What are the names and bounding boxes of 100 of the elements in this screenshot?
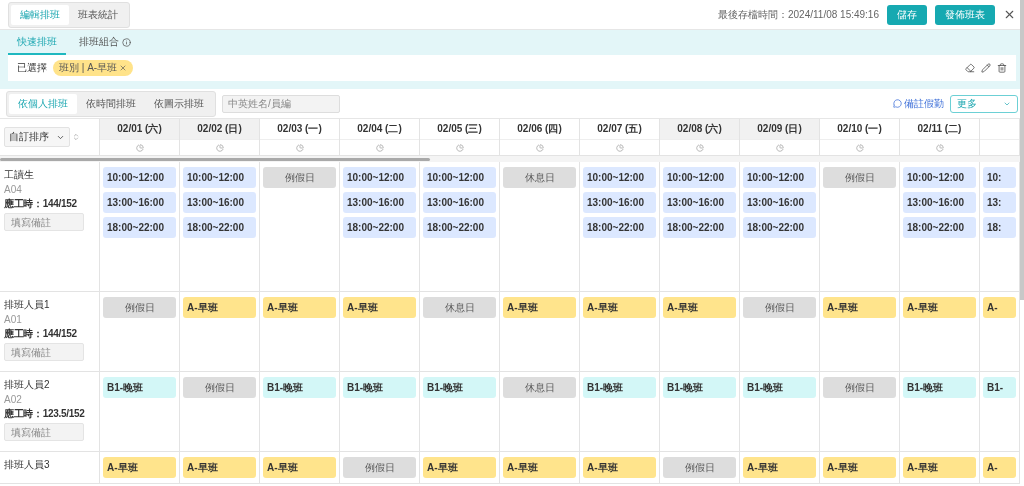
shift-time-slot[interactable]: 13:00~16:00 <box>343 192 416 213</box>
required-hours: 應工時：144/152 <box>4 327 77 341</box>
info-icon <box>122 37 131 47</box>
day-off-block[interactable]: 例假日 <box>823 377 896 398</box>
mode-tab[interactable]: 班表統計 <box>69 4 127 25</box>
shift-block[interactable]: B1-晚班 <box>743 377 816 398</box>
sort-select[interactable]: 自訂排序 <box>4 127 70 147</box>
shift-time-slot[interactable]: 10:00~12:00 <box>663 167 736 188</box>
shift-time-slot[interactable]: 18: <box>983 217 1016 238</box>
shift-block[interactable]: A- <box>983 297 1016 318</box>
shift-block[interactable]: A-早班 <box>263 457 336 478</box>
shift-block[interactable]: A-早班 <box>583 297 656 318</box>
shift-block[interactable]: A-早班 <box>103 457 176 478</box>
pie-chart-icon[interactable] <box>935 143 944 152</box>
note-leave-link[interactable]: 備註假勤 <box>893 96 944 111</box>
day-off-block[interactable]: 休息日 <box>503 377 576 398</box>
shift-block[interactable]: A-早班 <box>263 297 336 318</box>
trash-icon[interactable] <box>997 63 1007 73</box>
search-field[interactable]: 中英姓名/員編 <box>222 94 340 113</box>
shift-time-slot[interactable]: 10:00~12:00 <box>103 167 176 188</box>
day-off-block[interactable]: 例假日 <box>743 297 816 318</box>
shift-time-slot[interactable]: 10:00~12:00 <box>743 167 816 188</box>
shift-time-slot[interactable]: 10:00~12:00 <box>903 167 976 188</box>
day-off-block[interactable]: 休息日 <box>503 167 576 188</box>
pie-chart-icon[interactable] <box>855 143 864 152</box>
shift-block[interactable]: A-早班 <box>343 297 416 318</box>
filter-chip[interactable]: 班別 | A-早班 <box>53 60 134 76</box>
shift-block[interactable]: A-早班 <box>903 457 976 478</box>
shift-time-slot[interactable]: 13:00~16:00 <box>423 192 496 213</box>
view-tab[interactable]: 依時間排班 <box>77 93 145 114</box>
chat-icon <box>893 99 902 108</box>
shift-block[interactable]: B1-晚班 <box>343 377 416 398</box>
shift-block[interactable]: B1-晚班 <box>663 377 736 398</box>
panel-tab[interactable]: 排班組合 <box>70 30 140 55</box>
shift-block[interactable]: B1-晚班 <box>103 377 176 398</box>
shift-time-slot[interactable]: 18:00~22:00 <box>343 217 416 238</box>
close-icon[interactable] <box>1003 8 1016 21</box>
shift-time-slot[interactable]: 18:00~22:00 <box>663 217 736 238</box>
required-hours: 應工時：144/152 <box>4 197 77 211</box>
shift-time-slot[interactable]: 13: <box>983 192 1016 213</box>
day-off-block[interactable]: 例假日 <box>343 457 416 478</box>
pie-chart-icon[interactable] <box>295 143 304 152</box>
shift-time-slot[interactable]: 13:00~16:00 <box>103 192 176 213</box>
pie-chart-icon[interactable] <box>775 143 784 152</box>
sort-icon[interactable] <box>72 133 80 141</box>
note-field[interactable]: 填寫備註 <box>4 423 84 441</box>
shift-block[interactable]: B1-晚班 <box>423 377 496 398</box>
shift-block[interactable]: B1- <box>983 377 1016 398</box>
note-field[interactable]: 填寫備註 <box>4 343 84 361</box>
scrollbar-thumb[interactable] <box>1020 0 1024 300</box>
shift-block[interactable]: A-早班 <box>823 297 896 318</box>
shift-time-slot[interactable]: 10:00~12:00 <box>343 167 416 188</box>
selected-label: 已選擇 <box>17 61 47 75</box>
shift-block[interactable]: A-早班 <box>823 457 896 478</box>
pencil-icon[interactable] <box>981 63 991 73</box>
shift-time-slot[interactable]: 10:00~12:00 <box>183 167 256 188</box>
shift-time-slot[interactable]: 18:00~22:00 <box>103 217 176 238</box>
shift-block[interactable]: A-早班 <box>503 457 576 478</box>
shift-block[interactable]: B1-晚班 <box>263 377 336 398</box>
shift-block[interactable]: B1-晚班 <box>903 377 976 398</box>
shift-time-slot[interactable]: 10: <box>983 167 1016 188</box>
day-off-block[interactable]: 例假日 <box>663 457 736 478</box>
pie-chart-icon[interactable] <box>455 143 464 152</box>
shift-time-slot[interactable]: 18:00~22:00 <box>903 217 976 238</box>
pie-chart-icon[interactable] <box>695 143 704 152</box>
pie-chart-icon[interactable] <box>615 143 624 152</box>
shift-block[interactable]: A-早班 <box>743 457 816 478</box>
shift-block[interactable]: A-早班 <box>903 297 976 318</box>
day-off-block[interactable]: 例假日 <box>183 377 256 398</box>
shift-block[interactable]: A-早班 <box>583 457 656 478</box>
shift-time-slot[interactable]: 13:00~16:00 <box>183 192 256 213</box>
day-off-block[interactable]: 例假日 <box>823 167 896 188</box>
shift-time-slot[interactable]: 18:00~22:00 <box>743 217 816 238</box>
pie-chart-icon[interactable] <box>135 143 144 152</box>
shift-block[interactable]: A- <box>983 457 1016 478</box>
eraser-icon[interactable] <box>965 63 975 73</box>
shift-time-slot[interactable]: 13:00~16:00 <box>903 192 976 213</box>
pie-chart-icon[interactable] <box>535 143 544 152</box>
shift-time-slot[interactable]: 13:00~16:00 <box>743 192 816 213</box>
note-field[interactable]: 填寫備註 <box>4 213 84 231</box>
shift-time-slot[interactable]: 10:00~12:00 <box>583 167 656 188</box>
shift-time-slot[interactable]: 18:00~22:00 <box>583 217 656 238</box>
day-off-block[interactable]: 例假日 <box>103 297 176 318</box>
scrollbar-thumb[interactable] <box>0 157 430 161</box>
shift-block[interactable]: B1-晚班 <box>583 377 656 398</box>
day-off-block[interactable]: 休息日 <box>423 297 496 318</box>
shift-block[interactable]: A-早班 <box>423 457 496 478</box>
shift-time-slot[interactable]: 13:00~16:00 <box>663 192 736 213</box>
shift-time-slot[interactable]: 18:00~22:00 <box>183 217 256 238</box>
shift-block[interactable]: A-早班 <box>183 457 256 478</box>
pie-chart-icon[interactable] <box>215 143 224 152</box>
shift-block[interactable]: A-早班 <box>503 297 576 318</box>
shift-block[interactable]: A-早班 <box>663 297 736 318</box>
day-off-block[interactable]: 例假日 <box>263 167 336 188</box>
pie-chart-icon[interactable] <box>375 143 384 152</box>
shift-time-slot[interactable]: 13:00~16:00 <box>583 192 656 213</box>
shift-time-slot[interactable]: 10:00~12:00 <box>423 167 496 188</box>
shift-time-slot[interactable]: 18:00~22:00 <box>423 217 496 238</box>
shift-block[interactable]: A-早班 <box>183 297 256 318</box>
view-tab[interactable]: 依圖示排班 <box>145 93 213 114</box>
